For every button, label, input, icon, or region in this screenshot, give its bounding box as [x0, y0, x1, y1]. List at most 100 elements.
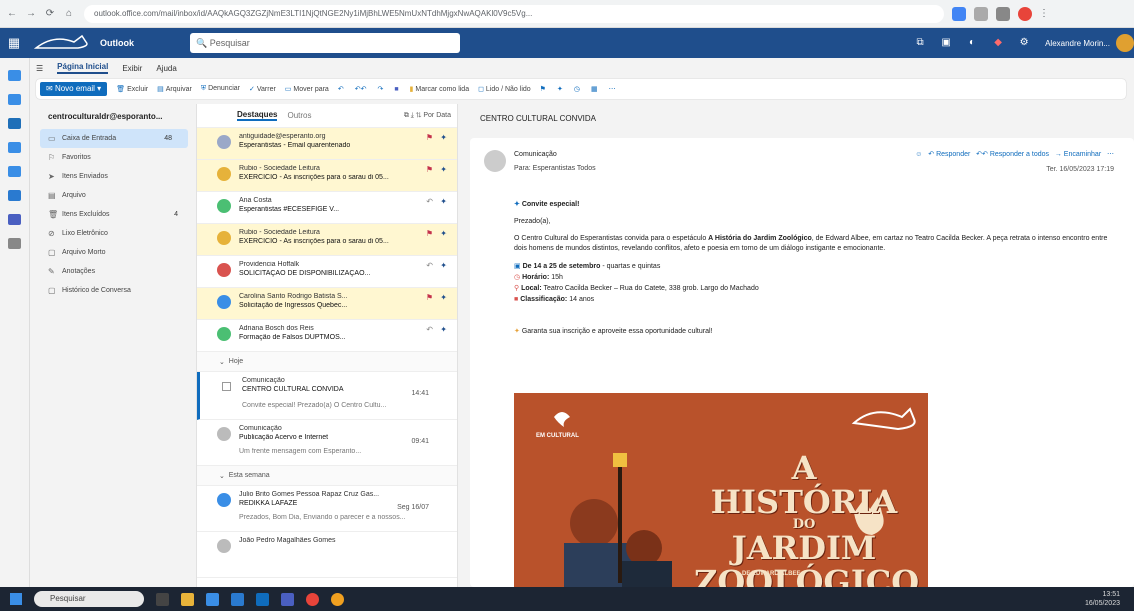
list-item[interactable]: Providencia Hoffalk SOLICITAÇÃO DE DISPON…	[197, 256, 457, 288]
pin-icon[interactable]: ✦	[440, 293, 447, 302]
extension-icon[interactable]	[952, 6, 966, 21]
onedrive-icon[interactable]	[8, 190, 21, 201]
flag-icon[interactable]: ⚑	[426, 293, 433, 302]
tab-other[interactable]: Outros	[287, 111, 311, 120]
list-item-selected[interactable]: Comunicação CENTRO CULTURAL CONVIDA 14:4…	[197, 372, 457, 420]
folder-item[interactable]: ▢ Histórico de Conversa	[34, 281, 194, 300]
forward-mail-icon[interactable]: ↷	[377, 85, 385, 93]
home-icon[interactable]: ⌂	[62, 7, 76, 21]
reply-all-icon[interactable]: ↶↶	[355, 85, 369, 93]
search-input[interactable]: 🔍 Pesquisar	[190, 33, 460, 53]
group-header-today[interactable]: ⌄ Hoje	[197, 352, 457, 372]
pin-icon[interactable]: ✦	[440, 165, 447, 174]
folder-item[interactable]: ▢ Arquivo Morto	[34, 243, 194, 262]
sender-name[interactable]: Comunicação	[514, 151, 557, 158]
flag-icon[interactable]: ⚑	[426, 133, 433, 142]
filter-controls[interactable]: ⧉ ⤓ ⇅ Por Data	[404, 112, 451, 120]
folder-item[interactable]: ⚐ Favoritos	[34, 148, 194, 167]
tab-view[interactable]: Exibir	[122, 64, 142, 73]
people-icon[interactable]	[8, 118, 21, 129]
taskbar-search[interactable]: Pesquisar	[34, 591, 144, 607]
calendar-app-icon[interactable]	[8, 94, 21, 105]
flag-icon[interactable]: ⚑	[426, 229, 433, 238]
bookmark-icon[interactable]	[974, 6, 988, 21]
more-options-icon[interactable]: ⋯	[609, 85, 618, 93]
avatar[interactable]	[1116, 34, 1134, 52]
flag-icon[interactable]: ⚑	[426, 165, 433, 174]
report-button[interactable]: ⛨ Denunciar	[201, 85, 240, 93]
pin-icon[interactable]: ✦	[557, 85, 565, 93]
teams-app-icon[interactable]	[8, 214, 21, 225]
chrome-icon[interactable]	[306, 592, 319, 606]
firefox-icon[interactable]	[331, 592, 344, 606]
folder-item[interactable]: ⊘ Lixo Eletrônico	[34, 224, 194, 243]
folder-item[interactable]: ▭ Caixa de Entrada 48	[40, 129, 188, 148]
megaphone-icon[interactable]: ◆	[991, 36, 1005, 50]
policy-icon[interactable]: ▦	[591, 85, 600, 93]
list-item[interactable]: Rubio - Sociedade Leitura EXERCÍCIO - As …	[197, 224, 457, 256]
windows-start-icon[interactable]	[10, 593, 22, 605]
pin-icon[interactable]: ✦	[440, 197, 447, 206]
pin-icon[interactable]: ✦	[440, 325, 447, 334]
app-name[interactable]: Outlook	[100, 38, 190, 48]
select-checkbox[interactable]	[222, 382, 231, 391]
list-item[interactable]: Carolina Santo Rodrigo Batista S... Solic…	[197, 288, 457, 320]
mark-read-button[interactable]: ▮ Marcar como lida	[410, 85, 470, 93]
task-view-icon[interactable]	[156, 592, 169, 606]
pin-icon[interactable]: ✦	[440, 133, 447, 142]
file-explorer-icon[interactable]	[181, 592, 194, 606]
new-mail-button[interactable]: ✉ Novo email ▾	[40, 82, 108, 96]
outlook-app-icon[interactable]	[256, 592, 269, 606]
extensions-icon[interactable]	[996, 6, 1010, 21]
folder-item[interactable]: ✎ Anotações	[34, 262, 194, 281]
list-item[interactable]: Rubio - Sociedade Leitura EXERCÍCIO - As …	[197, 160, 457, 192]
sweep-button[interactable]: ✓ Varrer	[249, 85, 276, 93]
lightbulb-icon[interactable]: ◐	[965, 36, 979, 50]
folder-item[interactable]: ▤ Arquivo	[34, 186, 194, 205]
pin-icon[interactable]: ✦	[440, 229, 447, 238]
settings-icon[interactable]: ⚙	[1017, 36, 1031, 50]
address-bar[interactable]: outlook.office.com/mail/inbox/id/AAQkAGQ…	[84, 4, 944, 23]
app-launcher-icon[interactable]: ▦	[0, 28, 28, 58]
flag-icon[interactable]: ⚑	[540, 85, 548, 93]
tab-help[interactable]: Ajuda	[156, 64, 176, 73]
teams-icon[interactable]: ⧉	[913, 36, 927, 50]
recipients[interactable]: Para: Esperantistas Todos	[514, 165, 596, 172]
more-actions-icon[interactable]: ⋯	[1107, 151, 1114, 158]
archive-button[interactable]: ▤ Arquivar	[157, 85, 192, 93]
tab-home[interactable]: Página Inicial	[57, 62, 109, 74]
todo-icon[interactable]	[8, 166, 21, 177]
teams-share-icon[interactable]: ■	[394, 86, 400, 93]
folder-item[interactable]: 🗑 Itens Excluídos 4	[34, 205, 194, 224]
system-tray[interactable]: 13:51 16/05/2023	[1085, 590, 1120, 608]
list-item[interactable]: Comunicação Publicação Acervo e Internet…	[197, 420, 457, 466]
event-poster[interactable]: EM CULTURAL A HISTÓRIA DO JARDIM ZOOLÓGI…	[514, 393, 928, 587]
delete-button[interactable]: 🗑 Excluir	[116, 85, 148, 93]
list-item[interactable]: antiguidade@esperanto.org Esperantistas -…	[197, 128, 457, 160]
forward-icon[interactable]: →	[24, 7, 38, 21]
group-header-week[interactable]: ⌄ Esta semana	[197, 466, 457, 486]
list-item[interactable]: João Pedro Magalhães Gomes	[197, 532, 457, 578]
reply-icon[interactable]: ↶	[338, 85, 346, 93]
hamburger-icon[interactable]: ☰	[36, 64, 43, 73]
list-item[interactable]: Ana Costa Esperantistas #ECESEFIGE V... ↶ ✦	[197, 192, 457, 224]
pin-icon[interactable]: ✦	[440, 261, 447, 270]
files-icon[interactable]	[8, 142, 21, 153]
profile-icon[interactable]	[1018, 6, 1032, 21]
read-unread-button[interactable]: ◻ Lido / Não lido	[478, 85, 531, 93]
teams-taskbar-icon[interactable]	[281, 592, 294, 606]
folder-item[interactable]: ➤ Itens Enviados	[34, 167, 194, 186]
refresh-icon[interactable]: ⟳	[43, 7, 57, 21]
edge-icon[interactable]	[206, 592, 219, 606]
menu-icon[interactable]: ⋮	[1037, 7, 1051, 21]
emoji-icon[interactable]: ☺	[915, 151, 922, 158]
tab-focused[interactable]: Destaques	[237, 110, 278, 121]
store-icon[interactable]	[231, 592, 244, 606]
forward-button[interactable]: → Encaminhar	[1055, 151, 1101, 158]
mail-icon[interactable]	[8, 70, 21, 81]
sender-avatar[interactable]	[484, 150, 506, 172]
more-apps-icon[interactable]	[8, 238, 21, 249]
calendar-icon[interactable]: ▣	[939, 36, 953, 50]
snooze-icon[interactable]: ◷	[574, 85, 582, 93]
list-item[interactable]: Julio Brito Gomes Pessoa Rapaz Cruz Gas.…	[197, 486, 457, 532]
